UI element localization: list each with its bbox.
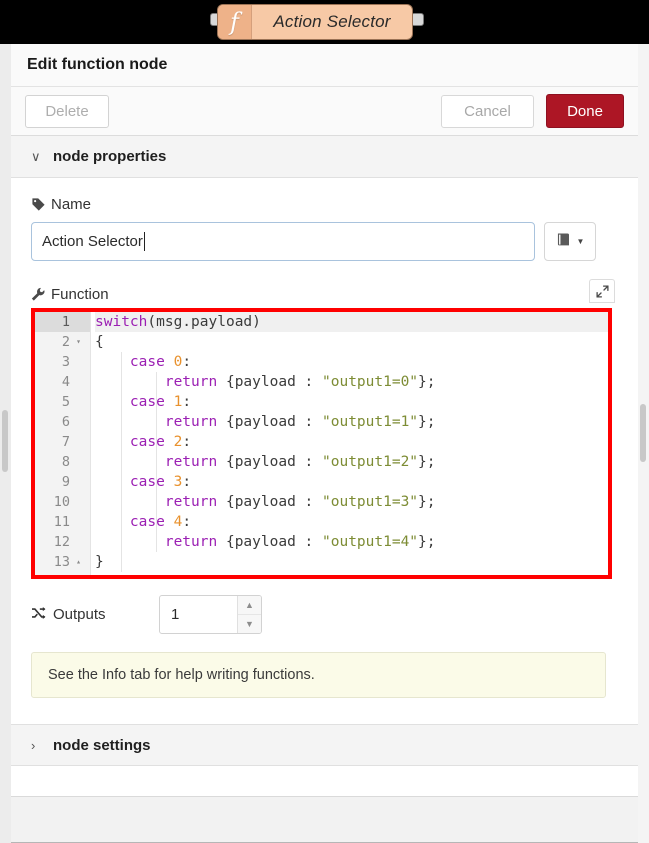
- vertical-scrollbar-left-thumb[interactable]: [2, 410, 8, 472]
- editor-gutter: 12▾345678910111213▴: [35, 312, 91, 575]
- outputs-input[interactable]: 1: [160, 596, 237, 633]
- function-f-icon: f: [218, 5, 252, 39]
- outputs-stepper[interactable]: 1 ▲ ▼: [159, 595, 262, 634]
- gutter-line-1: 1: [35, 312, 90, 332]
- function-field-label: Function: [31, 286, 109, 303]
- edit-function-node-dialog: Edit function node Delete Cancel Done ∨ …: [8, 44, 641, 843]
- outputs-field-label: Outputs: [31, 606, 159, 624]
- code-line-7: case 2:: [95, 432, 608, 452]
- node-properties-body: Name Action Selector ▼: [9, 178, 640, 724]
- gutter-line-12: 12: [35, 532, 90, 552]
- book-icon: [556, 232, 573, 252]
- gutter-line-13: 13▴: [35, 552, 90, 572]
- gutter-line-5: 5: [35, 392, 90, 412]
- gutter-line-2: 2▾: [35, 332, 90, 352]
- flow-canvas-strip: f Action Selector: [0, 0, 649, 44]
- gutter-line-6: 6: [35, 412, 90, 432]
- function-node-label: Action Selector: [252, 12, 412, 32]
- section-label-node-properties: node properties: [53, 148, 166, 165]
- chevron-down-icon: ▼: [577, 237, 585, 246]
- function-label-text: Function: [51, 286, 109, 303]
- name-field-label: Name: [31, 196, 618, 213]
- code-line-8: return {payload : "output1=2"};: [95, 452, 608, 472]
- outputs-decrement-button[interactable]: ▼: [238, 614, 261, 633]
- shuffle-icon: [31, 606, 53, 624]
- section-header-node-properties[interactable]: ∨ node properties: [9, 136, 640, 178]
- name-library-button[interactable]: ▼: [544, 222, 596, 261]
- editor-code-area[interactable]: switch(msg.payload){ case 0: return {pay…: [91, 312, 608, 575]
- gutter-line-11: 11: [35, 512, 90, 532]
- wrench-icon: [31, 287, 51, 302]
- gutter-line-3: 3: [35, 352, 90, 372]
- section-header-node-settings[interactable]: › node settings: [9, 724, 640, 766]
- cancel-button[interactable]: Cancel: [441, 95, 534, 128]
- vertical-scrollbar-right-thumb[interactable]: [640, 404, 646, 462]
- dialog-button-bar: Delete Cancel Done: [9, 87, 640, 136]
- outputs-field-row: Outputs 1 ▲ ▼: [31, 595, 618, 634]
- code-line-6: return {payload : "output1=1"};: [95, 412, 608, 432]
- name-input[interactable]: Action Selector: [31, 222, 535, 261]
- code-fold-toggle-2[interactable]: ▾: [73, 332, 84, 352]
- code-line-12: return {payload : "output1=4"};: [95, 532, 608, 552]
- chevron-right-icon: ›: [31, 738, 49, 753]
- code-line-5: case 1:: [95, 392, 608, 412]
- name-field-row: Action Selector ▼: [31, 222, 618, 261]
- info-tip: See the Info tab for help writing functi…: [31, 652, 606, 698]
- dialog-footer: [9, 796, 640, 842]
- chevron-down-icon: ∨: [31, 149, 49, 165]
- props-bottom-spacer: [31, 698, 618, 724]
- code-line-4: return {payload : "output1=0"};: [95, 372, 608, 392]
- gutter-line-8: 8: [35, 452, 90, 472]
- function-code-editor[interactable]: 12▾345678910111213▴ switch(msg.payload){…: [35, 312, 608, 575]
- function-node-chip[interactable]: f Action Selector: [217, 4, 413, 40]
- code-line-1: switch(msg.payload): [95, 312, 608, 332]
- delete-button[interactable]: Delete: [25, 95, 109, 128]
- gutter-line-7: 7: [35, 432, 90, 452]
- name-label-text: Name: [51, 196, 91, 213]
- tag-icon: [31, 197, 51, 212]
- done-button[interactable]: Done: [546, 94, 624, 128]
- text-caret: [144, 232, 145, 251]
- code-line-11: case 4:: [95, 512, 608, 532]
- name-input-value: Action Selector: [42, 233, 143, 250]
- gutter-line-10: 10: [35, 492, 90, 512]
- function-field-row: Function: [31, 279, 618, 303]
- outputs-label-text: Outputs: [53, 606, 106, 623]
- code-line-3: case 0:: [95, 352, 608, 372]
- code-editor-annotation-box: 12▾345678910111213▴ switch(msg.payload){…: [31, 308, 612, 579]
- dialog-title: Edit function node: [9, 44, 640, 87]
- code-line-13: }: [95, 552, 608, 572]
- gutter-line-9: 9: [35, 472, 90, 492]
- code-line-10: return {payload : "output1=3"};: [95, 492, 608, 512]
- outputs-increment-button[interactable]: ▲: [238, 596, 261, 614]
- code-line-9: case 3:: [95, 472, 608, 492]
- gutter-line-4: 4: [35, 372, 90, 392]
- expand-arrows-icon[interactable]: [589, 279, 615, 303]
- code-line-2: {: [95, 332, 608, 352]
- indent-guide: [156, 372, 157, 552]
- outputs-stepper-arrows: ▲ ▼: [237, 596, 261, 633]
- code-fold-toggle-13[interactable]: ▴: [73, 552, 84, 572]
- info-tip-text: See the Info tab for help writing functi…: [48, 667, 315, 683]
- section-label-node-settings: node settings: [53, 737, 151, 754]
- indent-guide: [121, 352, 122, 572]
